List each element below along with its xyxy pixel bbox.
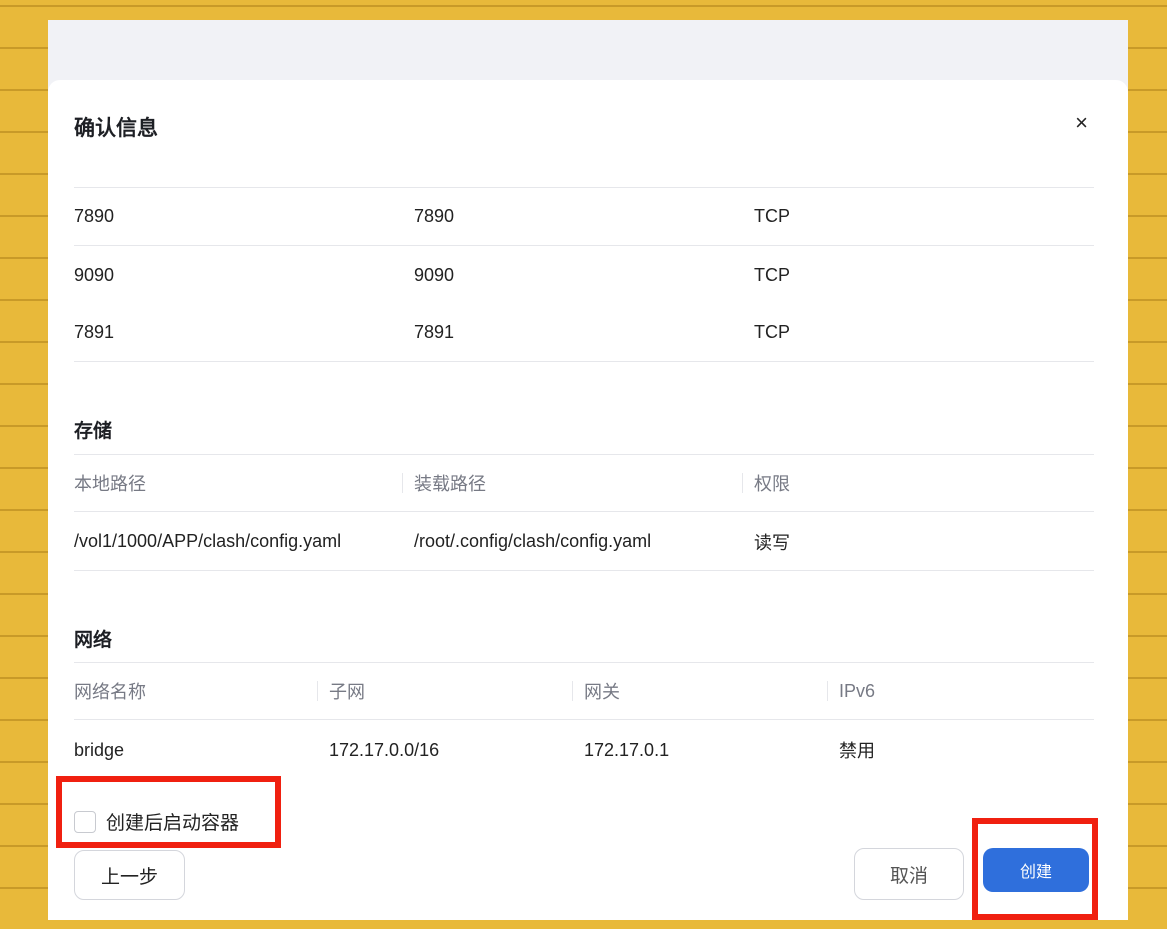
divider bbox=[742, 473, 743, 493]
col-header: 本地路径 bbox=[74, 474, 146, 494]
network-header-row: 网络名称 子网 网关 IPv6 bbox=[74, 662, 1094, 720]
prev-step-button[interactable]: 上一步 bbox=[74, 850, 185, 900]
cell: TCP bbox=[754, 264, 790, 285]
cell: 7891 bbox=[414, 322, 455, 342]
storage-header-row: 本地路径 装载路径 权限 bbox=[74, 454, 1094, 512]
col-header: 网络名称 bbox=[74, 682, 146, 702]
network-title: 网络 bbox=[74, 630, 113, 651]
ports-header-row bbox=[74, 130, 1094, 188]
col-header: 权限 bbox=[754, 474, 790, 494]
highlight-box-checkbox bbox=[56, 776, 281, 848]
cell: /vol1/1000/APP/clash/config.yaml bbox=[74, 531, 342, 551]
cell: 7890 bbox=[414, 206, 455, 226]
cell: 172.17.0.0/16 bbox=[329, 739, 440, 760]
col-header: 装载路径 bbox=[414, 474, 486, 494]
storage-title: 存储 bbox=[74, 421, 113, 442]
table-row: 7891 7891 TCP bbox=[74, 304, 1094, 362]
col-header: IPv6 bbox=[839, 680, 876, 701]
cell: 9090 bbox=[74, 264, 115, 285]
divider bbox=[572, 681, 573, 701]
table-row: 7890 7890 TCP bbox=[74, 188, 1094, 246]
divider bbox=[827, 681, 828, 701]
divider bbox=[317, 681, 318, 701]
cell: 7891 bbox=[74, 322, 115, 342]
cell: /root/.config/clash/config.yaml bbox=[414, 531, 652, 551]
cell: bridge bbox=[74, 739, 125, 760]
divider bbox=[402, 473, 403, 493]
table-row: 9090 9090 TCP bbox=[74, 246, 1094, 304]
table-row: /vol1/1000/APP/clash/config.yaml/root/.c… bbox=[74, 513, 1094, 571]
cell: 禁用 bbox=[839, 741, 875, 761]
cell: TCP bbox=[754, 206, 790, 226]
highlight-box-create bbox=[972, 818, 1098, 920]
cell: 读写 bbox=[754, 532, 790, 553]
cell: 7890 bbox=[74, 206, 115, 226]
table-row: bridge 172.17.0.0/16 172.17.0.1 禁用 bbox=[74, 721, 1094, 779]
col-header: 网关 bbox=[584, 682, 620, 702]
cell: TCP bbox=[754, 322, 790, 342]
cancel-button[interactable]: 取消 bbox=[854, 848, 964, 900]
cell: 172.17.0.1 bbox=[584, 739, 670, 760]
col-header: 子网 bbox=[329, 682, 365, 702]
cell: 9090 bbox=[414, 264, 455, 285]
